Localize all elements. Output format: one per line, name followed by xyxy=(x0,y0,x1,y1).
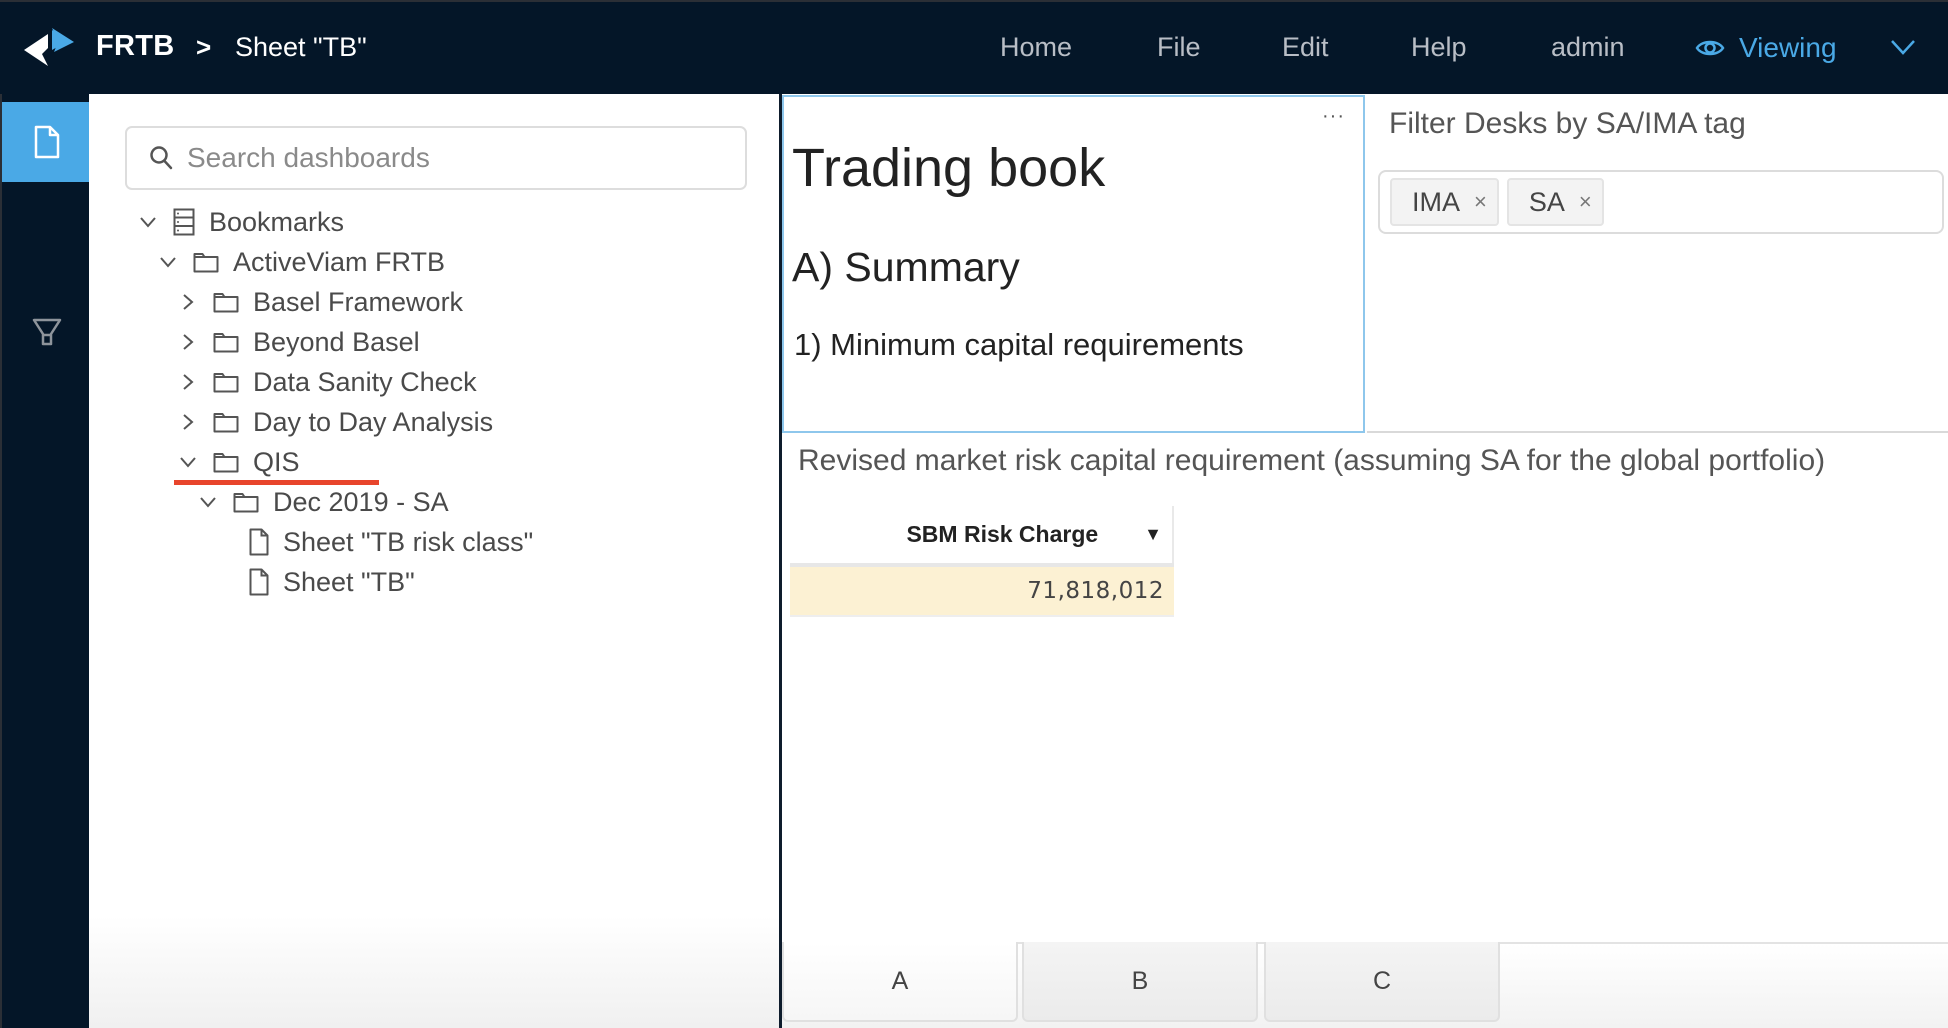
table-cell[interactable]: 71,818,012 xyxy=(790,567,1174,617)
viewing-mode-label: Viewing xyxy=(1739,32,1837,63)
breadcrumb-separator: > xyxy=(196,32,212,62)
heading-summary: A) Summary xyxy=(792,244,1020,290)
tab-b[interactable]: B xyxy=(1022,942,1258,1022)
page-tabs: A B C xyxy=(782,942,1948,1028)
tree-item-activeviam-frtb[interactable]: ActiveViam FRTB xyxy=(157,242,445,282)
tree-item-sheet-tb-risk-class[interactable]: Sheet "TB risk class" xyxy=(249,522,533,562)
tree-item-label: Beyond Basel xyxy=(253,326,420,357)
chevron-right-icon[interactable] xyxy=(182,373,194,391)
folder-icon xyxy=(213,453,239,473)
eye-icon xyxy=(1695,40,1725,56)
text-widget[interactable]: ··· Trading book A) Summary 1) Minimum c… xyxy=(782,95,1365,433)
dashboard-tree-panel: Bookmarks ActiveViam FRTB Basel Framewor… xyxy=(89,94,779,1028)
chevron-right-icon[interactable] xyxy=(182,333,194,351)
folder-icon xyxy=(213,333,239,353)
pivot-table: SBM Risk Charge ▼ 71,818,012 xyxy=(790,506,1174,617)
bookmarks-icon xyxy=(173,208,195,236)
viewing-mode-button[interactable]: Viewing xyxy=(1695,30,1837,66)
filter-title: Filter Desks by SA/IMA tag xyxy=(1389,107,1746,140)
column-header-sbm-risk-charge[interactable]: SBM Risk Charge ▼ xyxy=(790,506,1174,563)
nav-home[interactable]: Home xyxy=(1000,32,1072,63)
chevron-down-icon[interactable] xyxy=(139,216,157,228)
tree-item-label: Data Sanity Check xyxy=(253,366,477,397)
search-input[interactable] xyxy=(187,142,727,174)
folder-icon xyxy=(213,293,239,313)
tab-a[interactable]: A xyxy=(782,942,1018,1022)
search-icon xyxy=(150,146,173,170)
search-box[interactable] xyxy=(125,126,747,190)
sort-dropdown-icon[interactable]: ▼ xyxy=(1144,524,1162,545)
folder-icon xyxy=(233,493,259,513)
file-icon xyxy=(249,528,269,556)
folder-icon xyxy=(213,413,239,433)
file-icon xyxy=(34,125,59,159)
filter-widget: Filter Desks by SA/IMA tag IMA × SA × xyxy=(1367,95,1948,433)
filter-icon xyxy=(32,318,61,346)
tree-item-sheet-tb[interactable]: Sheet "TB" xyxy=(249,562,415,602)
tree-item-label: Dec 2019 - SA xyxy=(273,486,449,517)
tag-sa: SA × xyxy=(1506,178,1604,226)
tab-c[interactable]: C xyxy=(1264,942,1500,1022)
heading-trading-book: Trading book xyxy=(792,138,1106,198)
tree-item-label: ActiveViam FRTB xyxy=(233,246,446,277)
tree-item-label: Day to Day Analysis xyxy=(253,406,494,437)
nav-help[interactable]: Help xyxy=(1411,32,1467,63)
tree-item-basel-framework[interactable]: Basel Framework xyxy=(177,282,463,322)
tag-label: SA xyxy=(1528,186,1565,217)
file-icon xyxy=(249,568,269,596)
chevron-down-icon[interactable] xyxy=(199,496,217,508)
remove-tag-icon[interactable]: × xyxy=(1579,189,1592,215)
nav-edit[interactable]: Edit xyxy=(1282,32,1329,63)
tag-ima: IMA × xyxy=(1390,178,1499,226)
rail-filters-button[interactable] xyxy=(2,292,91,372)
top-bar: FRTB > Sheet "TB" Home File Edit Help ad… xyxy=(0,0,1948,94)
chevron-right-icon[interactable] xyxy=(182,293,194,311)
nav-file[interactable]: File xyxy=(1157,32,1201,63)
tag-select-input[interactable]: IMA × SA × xyxy=(1378,170,1944,234)
activeviam-logo[interactable] xyxy=(22,26,74,66)
tree-item-beyond-basel[interactable]: Beyond Basel xyxy=(177,322,420,362)
nav-user-admin[interactable]: admin xyxy=(1551,32,1625,63)
column-header-label: SBM Risk Charge xyxy=(906,521,1099,547)
tree-item-label: Sheet "TB" xyxy=(283,566,415,597)
tree-item-label: Basel Framework xyxy=(253,286,464,317)
tree-item-label: Bookmarks xyxy=(209,206,345,237)
tree-item-bookmarks[interactable]: Bookmarks xyxy=(137,202,344,242)
folder-icon xyxy=(193,253,219,273)
left-rail xyxy=(0,94,91,1028)
chevron-right-icon[interactable] xyxy=(182,413,194,431)
folder-icon xyxy=(213,373,239,393)
tree-item-label: Sheet "TB risk class" xyxy=(283,526,534,557)
tree-item-qis[interactable]: QIS xyxy=(177,442,300,482)
breadcrumb-current: Sheet "TB" xyxy=(235,32,367,62)
heading-minimum-capital: 1) Minimum capital requirements xyxy=(794,327,1244,362)
chevron-down-icon[interactable] xyxy=(1890,38,1916,56)
dashboard-canvas: ··· Trading book A) Summary 1) Minimum c… xyxy=(782,94,1948,1028)
app-brand[interactable]: FRTB xyxy=(96,30,175,63)
tree-item-day-to-day-analysis[interactable]: Day to Day Analysis xyxy=(177,402,493,442)
pivot-title: Revised market risk capital requirement … xyxy=(798,444,1826,477)
widget-menu-button[interactable]: ··· xyxy=(1322,105,1345,128)
chevron-down-icon[interactable] xyxy=(159,256,177,268)
tree-item-data-sanity-check[interactable]: Data Sanity Check xyxy=(177,362,477,402)
remove-tag-icon[interactable]: × xyxy=(1474,189,1487,215)
chevron-down-icon[interactable] xyxy=(179,456,197,468)
rail-dashboards-button[interactable] xyxy=(2,102,91,182)
tree-item-dec-2019-sa[interactable]: Dec 2019 - SA xyxy=(197,482,449,522)
tag-label: IMA xyxy=(1412,186,1461,217)
tree-item-label: QIS xyxy=(253,446,300,477)
